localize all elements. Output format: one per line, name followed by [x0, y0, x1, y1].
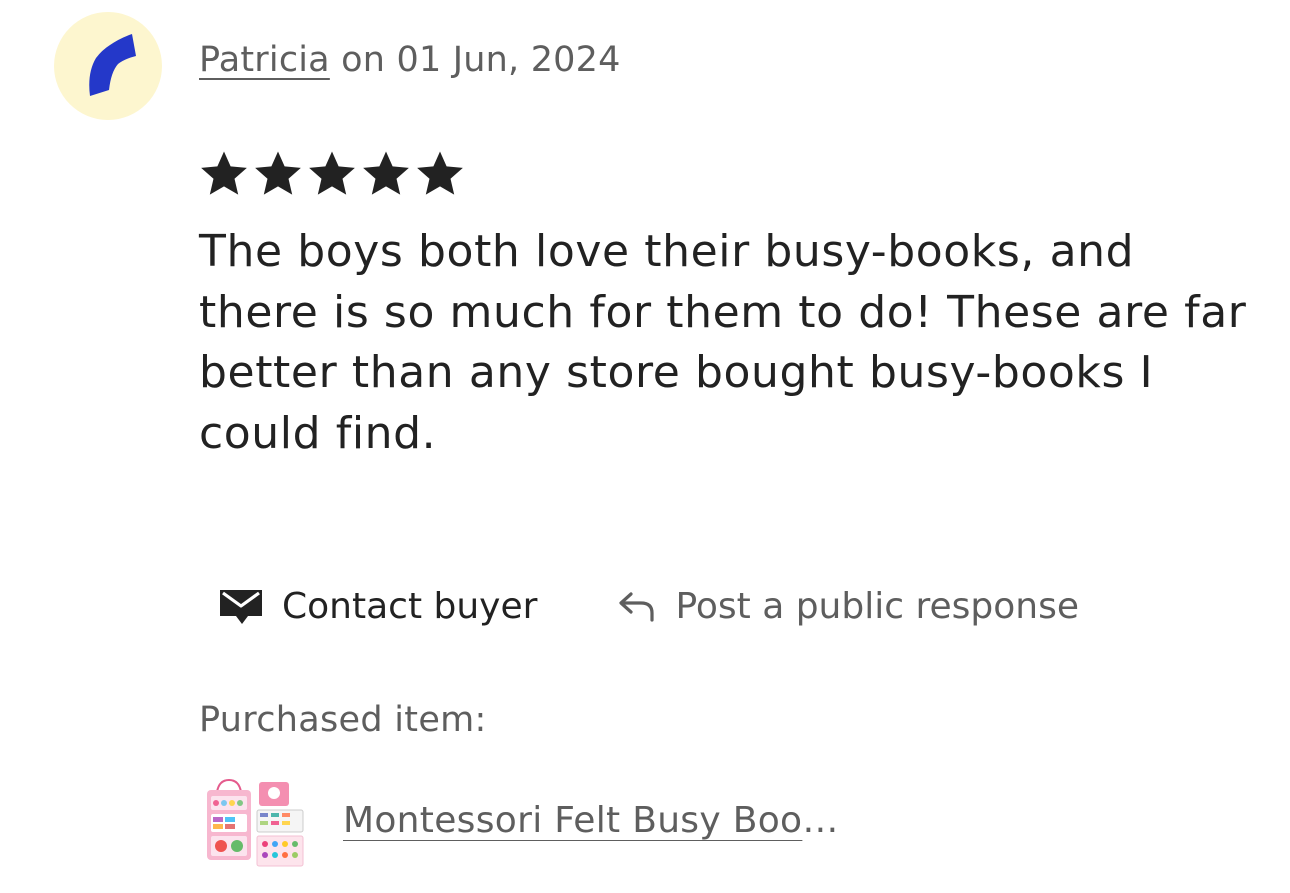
- avatar-shape-icon: [89, 34, 136, 96]
- contact-buyer-label: Contact buyer: [282, 585, 538, 627]
- product-thumbnail-image: [203, 778, 307, 870]
- star-rating: [198, 148, 466, 200]
- reply-arrow-icon: [619, 592, 655, 622]
- contact-buyer-button[interactable]: Contact buyer: [198, 586, 557, 627]
- star-icon: [198, 148, 250, 200]
- reviewer-avatar[interactable]: [54, 12, 162, 120]
- post-public-response-label: Post a public response: [675, 585, 1079, 627]
- envelope-icon: [220, 590, 262, 624]
- star-icon: [252, 148, 304, 200]
- review-actions: Contact buyer Post a public response: [198, 576, 1099, 636]
- star-icon: [414, 148, 466, 200]
- review-text: The boys both love their busy-books, and…: [199, 226, 1247, 459]
- star-icon: [306, 148, 358, 200]
- purchased-item-label: Purchased item:: [199, 700, 487, 740]
- purchased-item-link[interactable]: Montessori Felt Busy Book for Toddlers: [343, 800, 849, 841]
- review-date: on 01 Jun, 2024: [329, 40, 621, 80]
- product-thumbnail[interactable]: [203, 778, 307, 870]
- post-public-response-button[interactable]: Post a public response: [597, 586, 1099, 627]
- reviewer-name-link[interactable]: Patricia: [199, 40, 330, 80]
- review-byline: Patricia on 01 Jun, 2024: [199, 40, 621, 80]
- star-icon: [360, 148, 412, 200]
